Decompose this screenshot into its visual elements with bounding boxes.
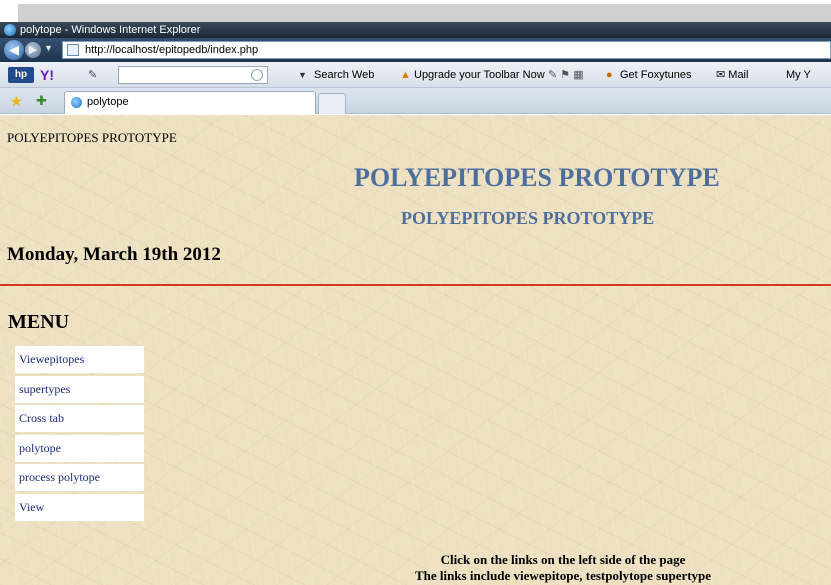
my-yahoo-button[interactable]: My Y: [786, 67, 811, 83]
horizontal-divider: [0, 284, 831, 286]
yahoo-icon[interactable]: Y!: [40, 67, 54, 83]
menu-item-supertypes[interactable]: supertypes: [15, 375, 144, 403]
top-grey-bar: [18, 4, 831, 22]
foxytunes-icon: ●: [606, 69, 613, 81]
menu-item-process-polytope[interactable]: process polytope: [15, 464, 144, 492]
mail-icon: ✉: [716, 69, 726, 81]
yahoo-label: Y!: [40, 67, 54, 83]
tab-polytope[interactable]: polytope: [64, 91, 316, 114]
side-menu: Viewepitopes supertypes Cross tab polyto…: [15, 346, 144, 524]
favorites-star-icon[interactable]: ★: [10, 93, 23, 110]
small-page-title: POLYEPITOPES PROTOTYPE: [7, 130, 177, 145]
back-arrow-icon[interactable]: ◀: [4, 40, 24, 60]
toolbar-search-input[interactable]: [118, 66, 268, 84]
mail-button[interactable]: ✉ Mail: [716, 67, 748, 83]
menu-heading: MENU: [8, 311, 70, 333]
menu-item-cross-tab[interactable]: Cross tab: [15, 405, 144, 433]
get-foxytunes-button[interactable]: Get Foxytunes: [620, 67, 692, 83]
search-icon: [251, 69, 263, 81]
search-dropdown-icon[interactable]: ▼: [298, 67, 307, 83]
instruction-line-2: The links include viewepitope, testpolyt…: [414, 568, 712, 583]
menu-item-view[interactable]: View: [15, 493, 144, 521]
page-subtitle: POLYEPITOPES PROTOTYPE: [401, 208, 655, 228]
history-dropdown-icon[interactable]: ▼: [44, 43, 53, 53]
url-input[interactable]: http://localhost/epitopedb/index.php: [62, 41, 831, 59]
top-strip: [0, 0, 831, 22]
menu-item-polytope[interactable]: polytope: [15, 434, 144, 462]
warning-icon: ▲: [400, 69, 411, 81]
hp-logo-icon[interactable]: hp: [8, 67, 34, 83]
browser-toolbar: hp Y! ✎ ▼ Search Web ▲ Upgrade your Tool…: [0, 62, 831, 88]
page-icon: [67, 44, 79, 56]
url-text: http://localhost/epitopedb/index.php: [85, 44, 259, 56]
instruction-line-1: Click on the links on the left side of t…: [440, 552, 686, 567]
tab-ie-icon: [71, 97, 82, 108]
page-title: POLYEPITOPES PROTOTYPE: [354, 163, 720, 192]
date-text: Monday, March 19th 2012: [7, 244, 221, 265]
add-favorites-icon[interactable]: ✚: [36, 93, 47, 109]
menu-item-viewepitopes[interactable]: Viewepitopes: [15, 346, 144, 373]
tab-label: polytope: [87, 96, 129, 108]
tab-bar: ★ ✚ polytope: [0, 88, 831, 114]
new-tab-button[interactable]: [318, 93, 346, 114]
upgrade-toolbar-button[interactable]: Upgrade your Toolbar Now: [414, 67, 545, 83]
page-content: POLYEPITOPES PROTOTYPE POLYEPITOPES PROT…: [0, 115, 831, 585]
forward-arrow-icon[interactable]: ▶: [25, 42, 41, 58]
window-title: polytope - Windows Internet Explorer: [20, 24, 201, 36]
mail-label: Mail: [728, 69, 749, 81]
ie-icon: [4, 24, 16, 36]
address-bar: ◀ ▶ ▼ http://localhost/epitopedb/index.p…: [0, 38, 831, 62]
search-web-button[interactable]: Search Web: [314, 67, 374, 83]
toolbar-tools-icon[interactable]: ✎ ⚑ ▦: [548, 67, 584, 83]
window-titlebar: polytope - Windows Internet Explorer: [0, 22, 831, 38]
pencil-icon[interactable]: ✎: [88, 67, 97, 83]
